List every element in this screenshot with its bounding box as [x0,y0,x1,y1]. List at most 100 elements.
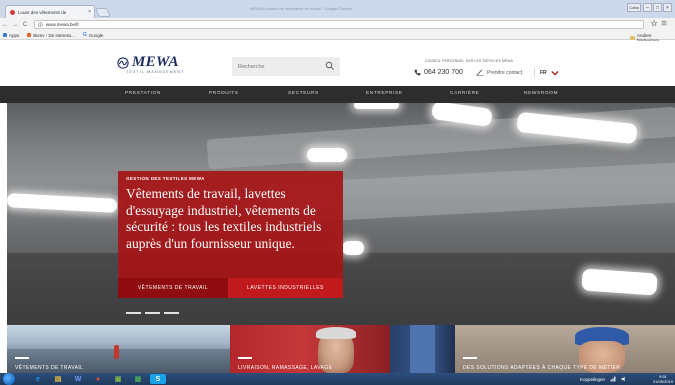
bookmark-label: Google [88,32,104,38]
teaser-line [238,357,252,359]
maximize-button[interactable]: □ [653,3,662,12]
toolbar-right [651,20,667,26]
teaser-image-panel [410,325,435,373]
clock-date: 21/05/2019 [653,379,674,384]
logo-tagline: TEXTIL-MANAGEMENT [126,70,185,74]
google-icon: G [83,32,87,38]
teaser-label: DES SOLUTIONS ADAPTÉES À CHAQUE TYPE DE … [463,365,621,371]
nav-item-carriere[interactable]: CARRIÈRE [450,91,480,96]
bookmark-google[interactable]: G Google [83,32,103,38]
hero-image-light [354,103,399,109]
folder-icon: ▤ [54,376,62,383]
teaser-line [463,357,477,359]
chrome-icon: ● [95,375,101,383]
minimize-button[interactable]: – [643,3,652,12]
tab-close-icon[interactable]: × [88,9,94,15]
mewa-logo[interactable]: MEWA [117,54,179,71]
teaser-image-figure [114,345,119,359]
language-selector[interactable]: FR [540,70,547,76]
new-tab-button[interactable] [95,8,111,17]
contact-link-label: Prendre contact [487,69,523,76]
hero-slider-dots [126,312,179,314]
bookmark-label: Apps [9,32,20,38]
os-taskbar: e ▤ W ● ▣ ▦ S Koppelingen 9:51 21/05/201… [0,373,675,385]
nav-item-produits[interactable]: PRODUITS [209,91,239,96]
taskbar-clock[interactable]: 9:51 21/05/2019 [653,374,673,384]
bookmark-favicon-icon [27,33,32,37]
teaser-blue[interactable] [390,325,455,373]
site-header: MEWA TEXTIL-MANAGEMENT CONSEIL PERSONNEL… [0,41,675,85]
teaser-label: VÊTEMENTS DE TRAVAIL [15,365,84,371]
phone-icon [414,69,421,76]
hero-buttons: VÊTEMENTS DE TRAVAIL LAVETTES INDUSTRIEL… [118,278,343,298]
chevron-down-icon[interactable] [551,70,559,76]
bookmark-bienv[interactable]: Bienv - De interess... [27,33,75,38]
nav-item-entreprise[interactable]: ENTREPRISE [366,91,403,96]
close-window-button[interactable]: × [663,3,672,12]
apps-icon [3,33,7,37]
workwear-button[interactable]: VÊTEMENTS DE TRAVAIL [118,278,228,298]
word-icon: W [74,375,82,383]
teaser-workwear[interactable]: VÊTEMENTS DE TRAVAIL [7,325,230,373]
pencil-icon [476,69,484,76]
excel-icon: ▦ [134,376,142,383]
reload-button[interactable]: C [20,22,30,28]
forward-button[interactable]: → [10,22,20,28]
phone-number[interactable]: 064 230 700 [424,69,463,76]
start-button[interactable] [3,373,15,385]
taskbar-app-explorer[interactable]: ▤ [50,374,66,384]
bookmark-label: Bienv - De interess... [33,32,76,38]
profile-button[interactable]: Coba [627,3,641,12]
teaser-label: LIVRAISON, RAMASSAGE, LAVAGE [238,365,333,371]
page-info-icon[interactable] [38,22,43,27]
favicon-icon [10,9,15,15]
main-nav: PRESTATION PRODUITS SECTEURS ENTREPRISE … [0,86,675,103]
tray-label[interactable]: Koppelingen [580,377,605,382]
address-bar[interactable]: www.mewa.be/fr [34,20,644,29]
skype-icon: S [155,375,161,383]
bookmark-apps[interactable]: Apps [3,33,19,38]
hero-image-light [307,148,347,162]
browser-tabstrip: Louer des vêtements de × MEWA Location d… [0,0,675,18]
contact-link[interactable]: Prendre contact [476,69,522,76]
hero-image-light [342,241,364,255]
teaser-solutions[interactable]: DES SOLUTIONS ADAPTÉES À CHAQUE TYPE DE … [455,325,675,373]
slider-dot[interactable] [126,312,141,314]
search-box [232,57,340,76]
slider-dot[interactable] [164,312,179,314]
hero-kicker: GESTION DES TEXTILES MEWA [126,176,205,181]
system-tray: Koppelingen [580,376,627,382]
teaser-delivery[interactable]: LIVRAISON, RAMASSAGE, LAVAGE [230,325,390,373]
teaser-strip: VÊTEMENTS DE TRAVAIL LIVRAISON, RAMASSAG… [7,325,675,373]
volume-icon[interactable] [621,376,627,382]
nav-item-prestation[interactable]: PRESTATION [125,91,161,96]
folder-icon [630,36,635,40]
menu-icon[interactable] [661,20,667,26]
tab-title: Louer des vêtements de [18,9,67,15]
nav-item-secteurs[interactable]: SECTEURS [288,91,319,96]
nav-item-newsroom[interactable]: NEWSROOM [524,91,558,96]
taskbar-app-ie[interactable]: e [30,374,46,384]
app-icon: ▣ [114,376,122,383]
teaser-image-hair [316,327,356,339]
bookmark-star-icon[interactable] [651,20,657,26]
teaser-line [15,357,29,359]
taskbar-app-excel[interactable]: ▦ [130,374,146,384]
search-input[interactable] [238,63,318,70]
taskbar-app-chrome[interactable]: ● [90,374,106,384]
logo-text: MEWA [132,54,179,70]
taskbar-app-skype[interactable]: S [150,374,166,384]
taskbar-app-word[interactable]: W [70,374,86,384]
hero-image-light [7,193,118,213]
taskbar-apps: e ▤ W ● ▣ ▦ S [30,374,166,384]
industrial-wipes-button[interactable]: LAVETTES INDUSTRIELLES [228,278,343,298]
taskbar-app-generic[interactable]: ▣ [110,374,126,384]
ie-icon: e [36,375,40,383]
back-button[interactable]: ← [0,22,10,28]
slider-dot[interactable] [145,312,160,314]
header-divider [534,68,535,77]
contact-title: CONSEIL PERSONNEL SUR LES SERVICES MEWA [425,59,514,63]
browser-tab[interactable]: Louer des vêtements de × [5,5,95,18]
network-icon[interactable] [610,376,616,382]
search-icon[interactable] [325,61,335,71]
